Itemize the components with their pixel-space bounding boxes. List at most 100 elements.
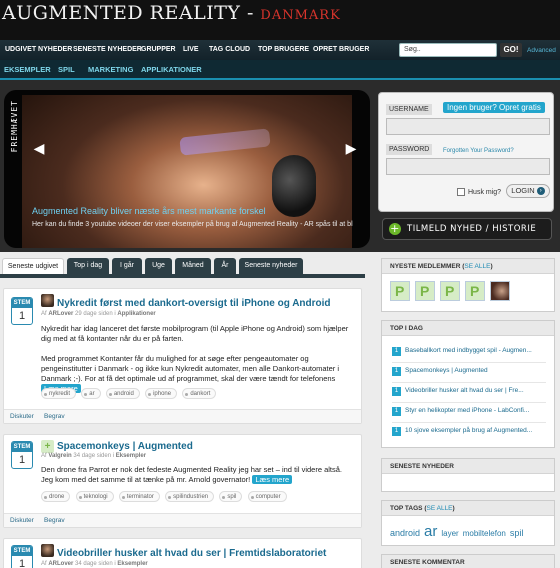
rank-badge: 1 [392,407,401,416]
nav-seneste-nyheder[interactable]: SENESTE NYHEDER [73,46,142,53]
discuss-link[interactable]: Diskuter [10,413,34,420]
search-input[interactable]: Søg.. [399,43,497,57]
tag[interactable]: drone [41,491,71,502]
top-story-item[interactable]: 1 Spacemonkeys | Augmented [392,367,488,379]
see-all-tags-link[interactable]: SE ALLE [427,505,453,512]
tag[interactable]: iphone [145,388,178,399]
discuss-link[interactable]: Diskuter [10,517,34,524]
avatar[interactable] [41,544,54,557]
nav-tag-cloud[interactable]: TAG CLOUD [209,46,250,53]
top-story-title: Baseballkort med indbygget spil - Augmen… [405,347,532,354]
divider [392,422,546,423]
bury-link[interactable]: Begrav [44,517,65,524]
nav-live[interactable]: LIVE [183,46,199,53]
tag[interactable]: teknologi [75,491,114,502]
story-footer: Diskuter Begrav [4,513,361,527]
rank-badge: 1 [392,427,401,436]
cloud-tag[interactable]: android [390,528,420,538]
nav-grupper[interactable]: GRUPPER [141,46,176,53]
remember-me[interactable]: Husk mig? [457,188,501,196]
story-title[interactable]: Spacemonkeys | Augmented [57,441,193,452]
advanced-search-link[interactable]: Advanced [527,47,556,54]
tab-aar[interactable]: År [214,258,236,274]
member-avatar[interactable]: P [440,281,460,301]
story-title[interactable]: Videobriller husker alt hvad du ser | Fr… [57,548,326,559]
avatar[interactable]: + [41,440,54,453]
top-story-item[interactable]: 1 Videobriller husker alt hvad du ser | F… [392,387,524,399]
story-paragraph: Den drone fra Parrot er nok det fedeste … [41,465,353,485]
tab-i-gaar[interactable]: I går [112,258,142,274]
tag[interactable]: nykredit [41,388,77,399]
tag[interactable]: spil [219,491,243,502]
featured-slider: FREMHÆVET ◀ ▶ Augmented Reality bliver n… [4,90,370,248]
top-story-item[interactable]: 1 Baseballkort med indbygget spil - Augme… [392,347,532,359]
username-field[interactable] [386,118,550,135]
vote-box[interactable]: STEM 1 [11,545,33,568]
avatar[interactable] [41,294,54,307]
story-title[interactable]: Nykredit først med dankort-oversigt til … [57,298,331,309]
member-avatar[interactable]: P [415,281,435,301]
submit-story-button[interactable]: + TILMELD NYHED / HISTORIE [382,218,552,240]
search-button[interactable]: GO! [500,43,522,57]
top-today-widget: TOP I DAG 1 Baseballkort med indbygget sp… [381,320,555,448]
story-category[interactable]: Eksempler [116,453,146,459]
read-more-button[interactable]: Læs mere [252,475,293,484]
remember-label: Husk mig? [468,188,502,196]
vote-label: STEM [12,298,32,308]
story-category[interactable]: Applikationer [117,311,155,317]
tag-list: drone teknologi terminator spilindustrie… [41,491,290,502]
prev-arrow-icon[interactable]: ◀ [32,140,46,156]
cloud-tag[interactable]: mobiltelefon [463,529,506,538]
top-story-title: Styr en helikopter med iPhone - LabConfi… [405,407,530,414]
tab-seneste-udgivet[interactable]: Seneste udgivet [2,258,64,274]
widget-title: NYESTE MEDLEMMER [390,263,461,270]
remember-checkbox[interactable] [457,188,465,196]
logo-separator: - [240,2,261,24]
tab-maaned[interactable]: Måned [175,258,211,274]
nav-udgivet-nyheder[interactable]: UDGIVET NYHEDER [5,46,72,53]
tab-top-i-dag[interactable]: Top i dag [67,258,109,274]
forgot-password-link[interactable]: Forgotten Your Password? [443,148,514,154]
tag[interactable]: terminator [118,491,160,502]
vote-box[interactable]: STEM 1 [11,441,33,469]
tag[interactable]: computer [247,491,287,502]
top-story-item[interactable]: 1 Styr en helikopter med iPhone - LabConf… [392,407,529,419]
password-field[interactable] [386,158,550,175]
plus-icon: + [389,222,401,235]
tab-seneste-nyheder[interactable]: Seneste nyheder [239,258,303,274]
vote-box[interactable]: STEM 1 [11,297,33,325]
member-avatar[interactable]: P [390,281,410,301]
nav-opret-bruger[interactable]: OPRET BRUGER [313,46,369,53]
top-story-item[interactable]: 1 10 sjove eksempler på brug af Augmented… [392,427,532,439]
cloud-tag[interactable]: ar [424,523,437,540]
featured-title[interactable]: Augmented Reality bliver næste års mest … [32,206,266,216]
member-avatar[interactable]: P [465,281,485,301]
story-paragraph: Nykredit har idag lanceret det første mo… [41,324,349,343]
cloud-tag[interactable]: spil [510,528,524,538]
nav-eksempler[interactable]: EKSEMPLER [4,65,51,74]
see-all-members-link[interactable]: SE ALLE [464,263,490,270]
cloud-tag[interactable]: layer [441,529,458,538]
story-author[interactable]: Valgrein [48,453,71,459]
member-avatar[interactable] [490,281,510,301]
story-meta: Af Valgrein 34 dage siden i Eksempler [41,453,146,459]
tag[interactable]: dankort [182,388,217,399]
login-button[interactable]: LOGIN › [506,184,550,198]
tag[interactable]: ar [81,388,101,399]
site-logo[interactable]: AUGMENTED REALITY - DANMARK [2,2,341,24]
nav-spil[interactable]: SPIL [58,65,75,74]
next-arrow-icon[interactable]: ▶ [344,140,358,156]
story-category[interactable]: Eksempler [117,561,147,567]
tag[interactable]: android [105,388,140,399]
bury-link[interactable]: Begrav [44,413,65,420]
story-author[interactable]: ARLover [48,311,73,317]
register-link[interactable]: Ingen bruger? Opret gratis [443,102,545,113]
tab-uge[interactable]: Uge [145,258,172,274]
nav-top-brugere[interactable]: TOP BRUGERE [258,46,309,53]
nav-applikationer[interactable]: APPLIKATIONER [141,65,202,74]
tag[interactable]: spilindustrien [165,491,215,502]
nav-marketing[interactable]: MARKETING [88,65,133,74]
widget-title: TOP TAGS [390,505,423,512]
story-author[interactable]: ARLover [48,561,73,567]
meta-age: 29 dage siden i [73,311,118,317]
